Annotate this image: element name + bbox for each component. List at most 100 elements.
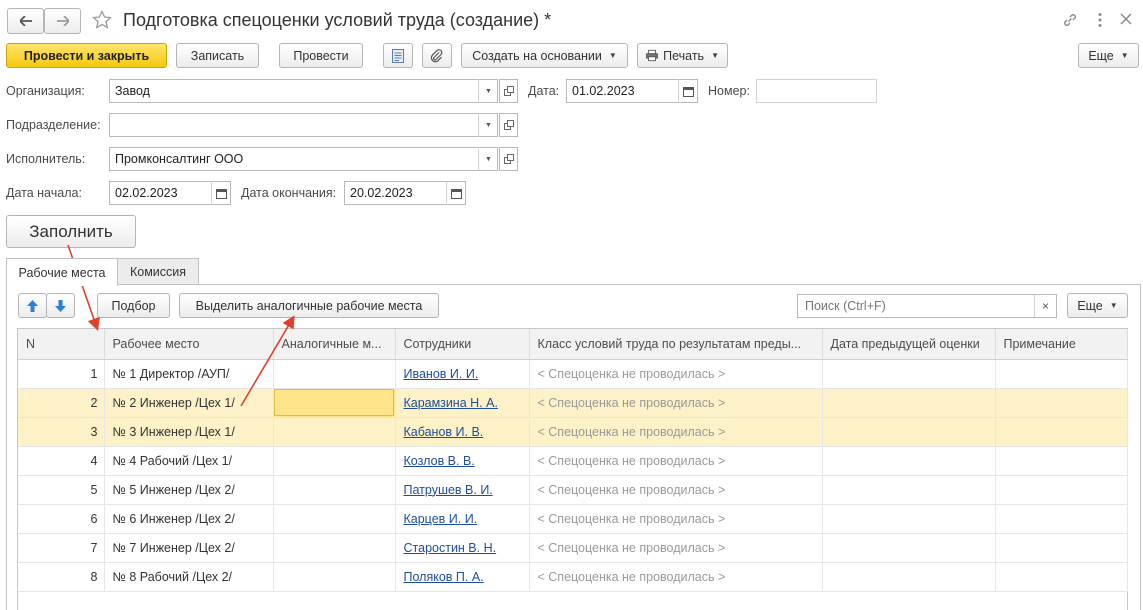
table-row[interactable]: 8 № 8 Рабочий /Цех 2/ Поляков П. А. < Сп… — [18, 562, 1128, 592]
clear-icon[interactable]: × — [1034, 295, 1056, 317]
table-row[interactable]: 5 № 5 Инженер /Цех 2/ Патрушев В. И. < С… — [18, 475, 1128, 505]
fill-button[interactable]: Заполнить — [6, 215, 136, 248]
employee-link[interactable]: Патрушев В. И. — [404, 483, 493, 497]
executor-field[interactable]: Промконсалтинг ООО ▼ — [109, 147, 498, 171]
print-dropdown[interactable]: Печать ▼ — [637, 43, 728, 68]
row-class[interactable]: < Спецоценка не проводилась > — [529, 475, 823, 505]
dropdown-arrow-icon[interactable]: ▼ — [478, 113, 498, 137]
row-employee-cell[interactable]: Козлов В. В. — [395, 446, 530, 476]
end-date-field[interactable]: 20.02.2023 — [344, 181, 466, 205]
row-class[interactable]: < Спецоценка не проводилась > — [529, 417, 823, 447]
more-dropdown[interactable]: Еще ▼ — [1078, 43, 1139, 68]
row-similar[interactable] — [273, 359, 396, 389]
employee-link[interactable]: Старостин В. Н. — [404, 541, 497, 555]
row-employee-cell[interactable]: Старостин В. Н. — [395, 533, 530, 563]
move-down-button[interactable] — [46, 293, 75, 318]
attachment-button[interactable] — [422, 43, 452, 68]
calendar-icon[interactable] — [678, 79, 698, 103]
row-workplace[interactable]: № 6 Инженер /Цех 2/ — [104, 504, 274, 534]
favorite-star-icon[interactable] — [91, 9, 113, 33]
row-prev-date[interactable] — [822, 446, 996, 476]
row-class[interactable]: < Спецоценка не проводилась > — [529, 504, 823, 534]
row-employee-cell[interactable]: Патрушев В. И. — [395, 475, 530, 505]
table-row[interactable]: 6 № 6 Инженер /Цех 2/ Карцев И. И. < Спе… — [18, 504, 1128, 534]
row-note[interactable] — [995, 388, 1128, 418]
document-journal-button[interactable] — [383, 43, 413, 68]
column-header-employees[interactable]: Сотрудники — [395, 329, 530, 360]
row-class[interactable]: < Спецоценка не проводилась > — [529, 562, 823, 592]
employee-link[interactable]: Поляков П. А. — [404, 570, 484, 584]
date-field[interactable]: 01.02.2023 — [566, 79, 698, 103]
row-similar[interactable] — [273, 475, 396, 505]
more-vertical-icon[interactable] — [1097, 12, 1103, 31]
move-up-button[interactable] — [18, 293, 47, 318]
tab-workplaces[interactable]: Рабочие места — [6, 258, 118, 286]
row-employee-cell[interactable]: Иванов И. И. — [395, 359, 530, 389]
employee-link[interactable]: Козлов В. В. — [404, 454, 475, 468]
row-employee-cell[interactable]: Карамзина Н. А. — [395, 388, 530, 418]
row-prev-date[interactable] — [822, 359, 996, 389]
dropdown-arrow-icon[interactable]: ▼ — [478, 79, 498, 103]
row-note[interactable] — [995, 562, 1128, 592]
column-header-note[interactable]: Примечание — [995, 329, 1128, 360]
row-note[interactable] — [995, 533, 1128, 563]
department-field[interactable]: ▼ — [109, 113, 498, 137]
forward-button[interactable] — [44, 8, 81, 34]
tab-commission[interactable]: Комиссия — [117, 258, 199, 284]
row-employee-cell[interactable]: Кабанов И. В. — [395, 417, 530, 447]
row-class[interactable]: < Спецоценка не проводилась > — [529, 388, 823, 418]
executor-open-button[interactable] — [499, 147, 518, 171]
column-header-similar[interactable]: Аналогичные м... — [273, 329, 396, 360]
row-note[interactable] — [995, 504, 1128, 534]
row-workplace[interactable]: № 3 Инженер /Цех 1/ — [104, 417, 274, 447]
table-row[interactable]: 7 № 7 Инженер /Цех 2/ Старостин В. Н. < … — [18, 533, 1128, 563]
row-similar[interactable] — [273, 504, 396, 534]
calendar-icon[interactable] — [211, 181, 231, 205]
row-prev-date[interactable] — [822, 417, 996, 447]
row-prev-date[interactable] — [822, 533, 996, 563]
row-workplace[interactable]: № 1 Директор /АУП/ — [104, 359, 274, 389]
row-workplace[interactable]: № 2 Инженер /Цех 1/ — [104, 388, 274, 418]
table-more-dropdown[interactable]: Еще ▼ — [1067, 293, 1128, 318]
post-button[interactable]: Провести — [279, 43, 363, 68]
employee-link[interactable]: Карцев И. И. — [404, 512, 478, 526]
employee-link[interactable]: Кабанов И. В. — [404, 425, 484, 439]
back-button[interactable] — [7, 8, 44, 34]
column-header-prev-date[interactable]: Дата предыдущей оценки — [822, 329, 996, 360]
column-header-workplace[interactable]: Рабочее место — [104, 329, 274, 360]
row-employee-cell[interactable]: Поляков П. А. — [395, 562, 530, 592]
highlight-similar-button[interactable]: Выделить аналогичные рабочие места — [179, 293, 439, 318]
row-class[interactable]: < Спецоценка не проводилась > — [529, 359, 823, 389]
employee-link[interactable]: Иванов И. И. — [404, 367, 479, 381]
row-class[interactable]: < Спецоценка не проводилась > — [529, 446, 823, 476]
row-workplace[interactable]: № 7 Инженер /Цех 2/ — [104, 533, 274, 563]
row-prev-date[interactable] — [822, 562, 996, 592]
table-row[interactable]: 4 № 4 Рабочий /Цех 1/ Козлов В. В. < Спе… — [18, 446, 1128, 476]
table-row[interactable]: 3 № 3 Инженер /Цех 1/ Кабанов И. В. < Сп… — [18, 417, 1128, 447]
row-note[interactable] — [995, 475, 1128, 505]
dropdown-arrow-icon[interactable]: ▼ — [478, 147, 498, 171]
row-note[interactable] — [995, 417, 1128, 447]
table-row[interactable]: 1 № 1 Директор /АУП/ Иванов И. И. < Спец… — [18, 359, 1128, 389]
row-similar[interactable] — [273, 446, 396, 476]
table-row[interactable]: 2 № 2 Инженер /Цех 1/ Карамзина Н. А. < … — [18, 388, 1128, 418]
column-header-class[interactable]: Класс условий труда по результатам преды… — [529, 329, 823, 360]
workplaces-table[interactable]: N Рабочее место Аналогичные м... Сотрудн… — [18, 329, 1128, 592]
row-prev-date[interactable] — [822, 475, 996, 505]
row-employee-cell[interactable]: Карцев И. И. — [395, 504, 530, 534]
organization-field[interactable]: Завод ▼ — [109, 79, 498, 103]
post-and-close-button[interactable]: Провести и закрыть — [6, 43, 167, 68]
search-input-box[interactable] — [803, 298, 1051, 314]
row-workplace[interactable]: № 5 Инженер /Цех 2/ — [104, 475, 274, 505]
link-icon[interactable] — [1062, 12, 1078, 31]
column-header-n[interactable]: N — [18, 329, 105, 360]
row-similar[interactable] — [273, 533, 396, 563]
create-based-on-dropdown[interactable]: Создать на основании ▼ — [461, 43, 628, 68]
organization-open-button[interactable] — [499, 79, 518, 103]
calendar-icon[interactable] — [446, 181, 466, 205]
employee-link[interactable]: Карамзина Н. А. — [404, 396, 498, 410]
row-similar[interactable] — [273, 417, 396, 447]
row-workplace[interactable]: № 4 Рабочий /Цех 1/ — [104, 446, 274, 476]
row-similar[interactable] — [273, 562, 396, 592]
select-button[interactable]: Подбор — [97, 293, 170, 318]
